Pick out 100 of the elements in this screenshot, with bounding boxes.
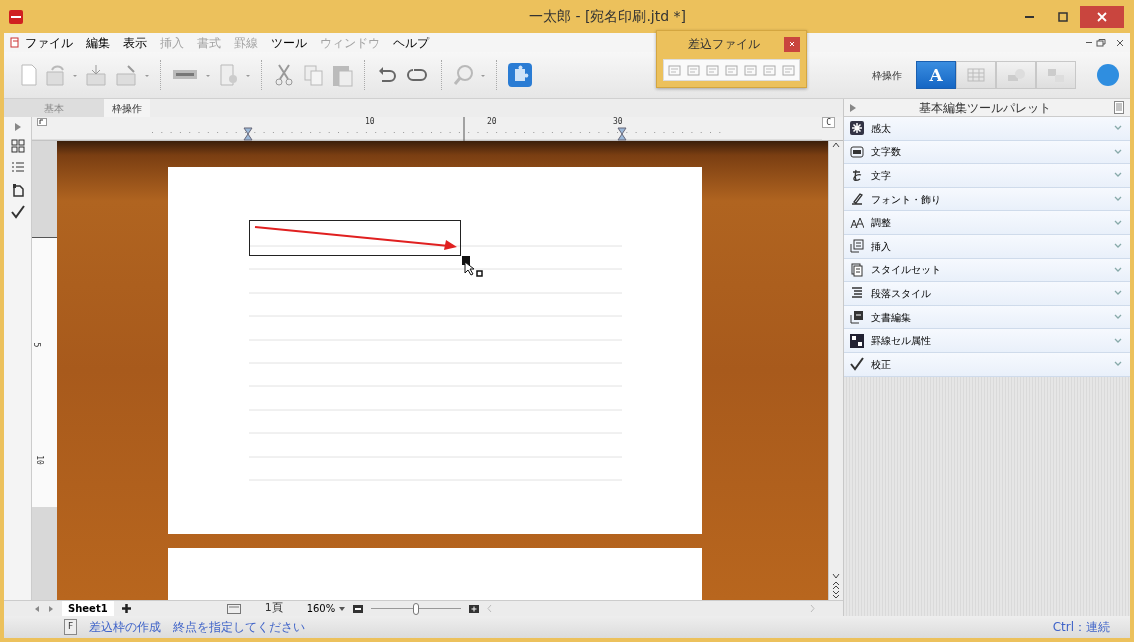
chevron-down-icon <box>1114 148 1122 155</box>
palette-section[interactable]: 調整 <box>844 211 1130 235</box>
zoom-dropdown[interactable]: 160% <box>306 601 346 616</box>
mode-button[interactable] <box>956 61 996 89</box>
status-mode: 差込枠の作成 <box>89 619 162 636</box>
counter-icon <box>850 144 864 159</box>
palette-section[interactable]: 文書編集 <box>844 305 1130 330</box>
ruler-number: 30 <box>613 117 623 126</box>
merge-tool-icon[interactable] <box>667 63 682 77</box>
slider-thumb[interactable] <box>413 602 420 615</box>
close-button[interactable] <box>1080 5 1124 28</box>
expand-arrow-icon[interactable] <box>14 123 21 131</box>
pen-icon <box>850 192 864 207</box>
app-icon <box>9 9 23 24</box>
minimize-icon <box>1086 42 1092 43</box>
help-icon[interactable] <box>1096 63 1120 87</box>
mode-button[interactable]: A <box>916 61 956 89</box>
open-icon[interactable] <box>44 62 66 88</box>
mode-button[interactable] <box>1036 61 1076 89</box>
status-hint: Ctrl：連続 <box>1052 619 1110 636</box>
letter-size-icon <box>850 215 864 230</box>
palette-section[interactable]: 挿入 <box>844 234 1130 259</box>
palette-section[interactable]: フォント・飾り <box>844 187 1130 212</box>
chevron-down-icon <box>1114 337 1122 344</box>
print-preview-icon[interactable] <box>217 62 239 88</box>
chevron-down-icon <box>1114 125 1122 132</box>
border-cell-icon <box>850 333 864 348</box>
palette-section[interactable]: 感太 <box>844 117 1130 141</box>
indent-marker-icon <box>617 127 627 141</box>
search-icon[interactable] <box>452 62 474 88</box>
merge-tool-icon[interactable] <box>743 63 758 77</box>
close-icon <box>789 41 795 47</box>
chevron-down-icon <box>1114 243 1122 250</box>
scroll-right-icon[interactable] <box>810 605 815 612</box>
mode-button[interactable] <box>996 61 1036 89</box>
restore-icon <box>1096 38 1106 47</box>
palette-section[interactable]: 段落スタイル <box>844 282 1130 306</box>
add-sheet-icon[interactable] <box>121 604 131 613</box>
document-edit-icon <box>850 310 864 325</box>
snowflake-icon <box>850 121 864 136</box>
status-message: 終点を指定してください <box>173 619 306 636</box>
minimize-icon <box>1024 15 1034 18</box>
list-icon[interactable] <box>10 161 25 175</box>
ruler-number: 10 <box>33 455 45 465</box>
tab-stop-icon <box>37 118 47 126</box>
scroll-down-icon[interactable] <box>832 572 840 580</box>
menu-item[interactable]: 表示 <box>118 33 155 52</box>
sheet-tab[interactable]: Sheet1 <box>62 601 114 616</box>
cursor-icon <box>462 256 486 280</box>
chevron-down-icon <box>1114 219 1122 226</box>
stack-icon <box>850 262 864 277</box>
insert-icon <box>850 239 864 254</box>
menu-item[interactable]: 編集 <box>81 33 118 52</box>
layout-icon <box>1046 67 1066 83</box>
ruler-number: 5 <box>31 342 43 348</box>
merge-tool-icon[interactable] <box>686 63 701 77</box>
chevron-down-icon <box>1114 314 1122 321</box>
palette-menu-icon[interactable] <box>1114 101 1124 114</box>
scroll-right-icon[interactable] <box>48 605 54 612</box>
chevron-down-icon <box>1114 361 1122 368</box>
close-icon <box>1097 11 1107 22</box>
panel-title: 基本編集ツールパレット <box>918 99 1052 117</box>
palette-section[interactable]: 文字数 <box>844 140 1130 165</box>
zoom-out-icon[interactable] <box>353 604 364 613</box>
palette-section[interactable]: 校正 <box>844 352 1130 377</box>
close-button[interactable] <box>784 36 800 52</box>
chevron-down-icon <box>1114 172 1122 179</box>
merge-tool-icon[interactable] <box>762 63 777 77</box>
cut-icon[interactable] <box>272 62 296 88</box>
maximize-icon <box>1058 11 1068 22</box>
expand-arrow-icon[interactable] <box>850 103 856 112</box>
paragraph-icon <box>850 286 864 301</box>
scroll-up-icon[interactable] <box>832 141 840 149</box>
ruler-number: 20 <box>487 117 497 126</box>
menu-item[interactable]: ツール <box>266 33 315 52</box>
save-as-icon[interactable] <box>114 62 138 88</box>
scroll-left-icon[interactable] <box>487 605 493 612</box>
merge-tool-icon[interactable] <box>724 63 739 77</box>
save-icon[interactable] <box>84 62 108 88</box>
merge-tool-icon[interactable] <box>781 63 796 77</box>
shape-icon <box>1006 67 1026 83</box>
palette-section[interactable]: 文字 <box>844 164 1130 188</box>
tab[interactable]: 枠操作 <box>104 99 150 117</box>
next-page-icon[interactable] <box>832 590 840 600</box>
menu-item[interactable]: ヘルプ <box>388 33 437 52</box>
check-icon <box>850 357 864 372</box>
previous-page-icon[interactable] <box>832 580 840 590</box>
palette-section[interactable]: 罫線セル属性 <box>844 329 1130 353</box>
window-title: 一太郎 - [宛名印刷.jtd *] <box>527 7 687 26</box>
zoom-in-icon[interactable] <box>469 604 480 613</box>
page-icon[interactable] <box>11 183 24 197</box>
page-view-icon[interactable] <box>226 603 241 614</box>
grid-icon[interactable] <box>10 139 25 153</box>
merge-tool-icon[interactable] <box>705 63 720 77</box>
menu-item[interactable]: ファイル <box>20 33 81 52</box>
palette-section[interactable]: スタイルセット <box>844 258 1130 283</box>
check-icon[interactable] <box>10 205 25 219</box>
new-document-icon[interactable] <box>18 62 38 88</box>
scroll-left-icon[interactable] <box>34 605 40 612</box>
puzzle-icon[interactable] <box>507 62 533 88</box>
